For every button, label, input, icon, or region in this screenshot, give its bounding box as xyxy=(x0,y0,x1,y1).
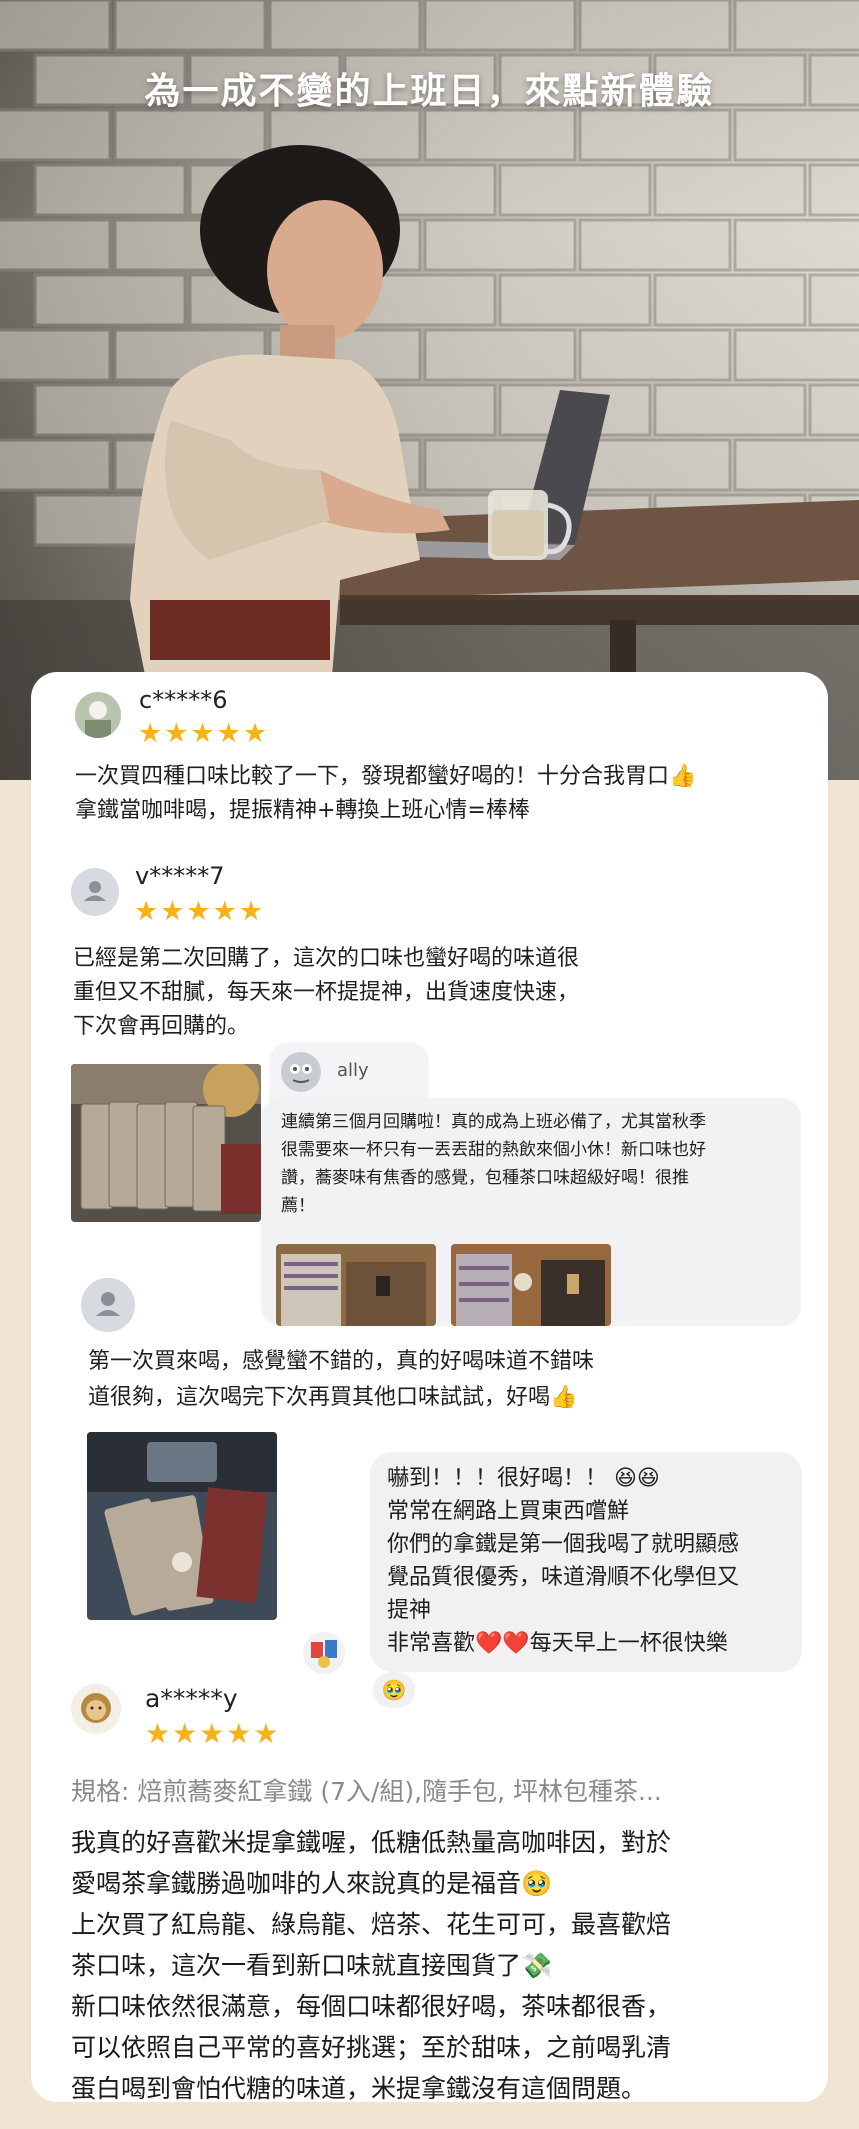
avatar[interactable] xyxy=(303,1632,345,1674)
lion-avatar-icon xyxy=(71,1684,121,1734)
avatar[interactable] xyxy=(71,868,119,916)
review-photo[interactable] xyxy=(451,1244,611,1326)
star-rating: ★★★★★ xyxy=(145,1717,281,1750)
reviewer-name: ally xyxy=(337,1060,369,1081)
cartoon-avatar-icon xyxy=(303,1632,345,1674)
user-photo-icon xyxy=(75,692,121,738)
avatar[interactable] xyxy=(81,1278,135,1332)
reaction-badge[interactable]: 🥹 xyxy=(373,1672,415,1708)
review-photo[interactable] xyxy=(276,1244,436,1326)
review-photo[interactable] xyxy=(87,1432,277,1620)
review-text: 嚇到！！！很好喝！！ 😆😆 常常在網路上買東西嚐鮮 你們的拿鐵是第一個我喝了就明… xyxy=(387,1466,740,1656)
reviews-card: c*****6 ★★★★★ 一次買四種口味比較了一下，發現都蠻好喝的！十分合我胃… xyxy=(31,672,828,2103)
product-box-photo xyxy=(451,1244,611,1326)
hero-title: 為一成不變的上班日，來點新體驗 xyxy=(144,71,715,112)
star-rating: ★★★★★ xyxy=(134,896,266,927)
avatar[interactable] xyxy=(281,1052,321,1092)
product-photo xyxy=(71,1064,261,1222)
avatar[interactable] xyxy=(75,692,121,738)
product-bags-photo xyxy=(87,1432,277,1620)
user-icon xyxy=(71,868,119,916)
woman-working-illustration xyxy=(0,145,859,780)
reviewer-name: c*****6 xyxy=(139,686,228,714)
avatar[interactable] xyxy=(71,1684,121,1734)
review-text: 一次買四種口味比較了一下，發現都蠻好喝的！十分合我胃口👍 拿鐵當咖啡喝，提振精神… xyxy=(75,764,697,823)
review-photo[interactable] xyxy=(71,1064,261,1222)
product-spec: 規格: 焙煎蕎麥紅拿鐵 (7入/組),隨手包, 坪林包種茶... xyxy=(71,1777,662,1806)
user-icon xyxy=(281,1052,321,1092)
reviewer-name: v*****7 xyxy=(135,862,225,890)
review-text: 第一次買來喝，感覺蠻不錯的，真的好喝味道不錯味 道很夠，這次喝完下次再買其他口味… xyxy=(88,1349,595,1410)
hero-banner: 為一成不變的上班日，來點新體驗 xyxy=(0,0,859,780)
review-text: 連續第三個月回購啦！真的成為上班必備了，尤其當秋季 很需要來一杯只有一丟丟甜的熱… xyxy=(281,1112,706,1216)
product-box-photo xyxy=(276,1244,436,1326)
star-rating: ★★★★★ xyxy=(138,718,270,749)
review-text: 我真的好喜歡米提拿鐵喔，低糖低熱量高咖啡因，對於 愛喝茶拿鐵勝過咖啡的人來說真的… xyxy=(71,1828,672,2103)
reviewer-name: a*****y xyxy=(145,1684,238,1713)
review-text: 已經是第二次回購了，這次的口味也蠻好喝的味道很 重但又不甜膩，每天來一杯提提神，… xyxy=(73,946,580,1039)
user-icon xyxy=(81,1278,135,1332)
